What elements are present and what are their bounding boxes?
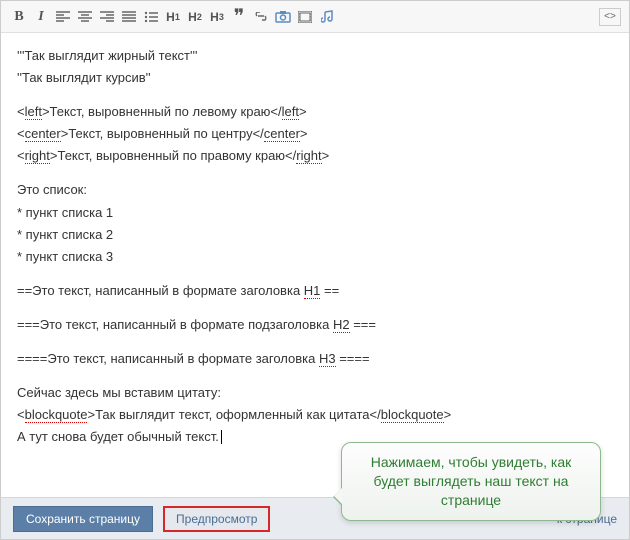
bold-button[interactable]: B <box>9 7 29 27</box>
quote-button[interactable]: ❞ <box>229 7 249 27</box>
align-justify-icon[interactable] <box>119 7 139 27</box>
align-center-icon[interactable] <box>75 7 95 27</box>
editor-line: * пункт списка 3 <box>17 246 613 268</box>
video-icon[interactable] <box>295 7 315 27</box>
editor-line: ====Это текст, написанный в формате заго… <box>17 348 613 370</box>
tooltip-callout: Нажимаем, чтобы увидеть, как будет выгля… <box>341 442 601 521</box>
editor-line: Это список: <box>17 179 613 201</box>
editor-line: '''Так выглядит жирный текст''' <box>17 45 613 67</box>
h3-button[interactable]: H3 <box>207 7 227 27</box>
italic-button[interactable]: I <box>31 7 51 27</box>
toolbar: B I H1 H2 H3 ❞ <> <box>1 1 629 33</box>
audio-icon[interactable] <box>317 7 337 27</box>
editor-line: ==Это текст, написанный в формате заголо… <box>17 280 613 302</box>
align-right-icon[interactable] <box>97 7 117 27</box>
text-cursor <box>221 430 222 444</box>
h2-button[interactable]: H2 <box>185 7 205 27</box>
editor-line: <right>Текст, выровненный по правому кра… <box>17 145 613 167</box>
editor-line: ===Это текст, написанный в формате подза… <box>17 314 613 336</box>
save-button[interactable]: Сохранить страницу <box>13 506 153 532</box>
callout-text: Нажимаем, чтобы увидеть, как будет выгля… <box>371 454 572 508</box>
editor-line: * пункт списка 2 <box>17 224 613 246</box>
editor-line: <left>Текст, выровненный по левому краю<… <box>17 101 613 123</box>
link-icon[interactable] <box>251 7 271 27</box>
preview-button[interactable]: Предпросмотр <box>163 506 270 532</box>
photo-icon[interactable] <box>273 7 293 27</box>
editor-line: <blockquote>Так выглядит текст, оформлен… <box>17 404 613 426</box>
list-icon[interactable] <box>141 7 161 27</box>
editor-line: <center>Текст, выровненный по центру</ce… <box>17 123 613 145</box>
align-left-icon[interactable] <box>53 7 73 27</box>
editor-line: Сейчас здесь мы вставим цитату: <box>17 382 613 404</box>
h1-button[interactable]: H1 <box>163 7 183 27</box>
editor-area[interactable]: '''Так выглядит жирный текст''' ''Так вы… <box>1 33 629 475</box>
editor-line: * пункт списка 1 <box>17 202 613 224</box>
editor-line: ''Так выглядит курсив'' <box>17 67 613 89</box>
code-toggle-button[interactable]: <> <box>599 8 621 26</box>
